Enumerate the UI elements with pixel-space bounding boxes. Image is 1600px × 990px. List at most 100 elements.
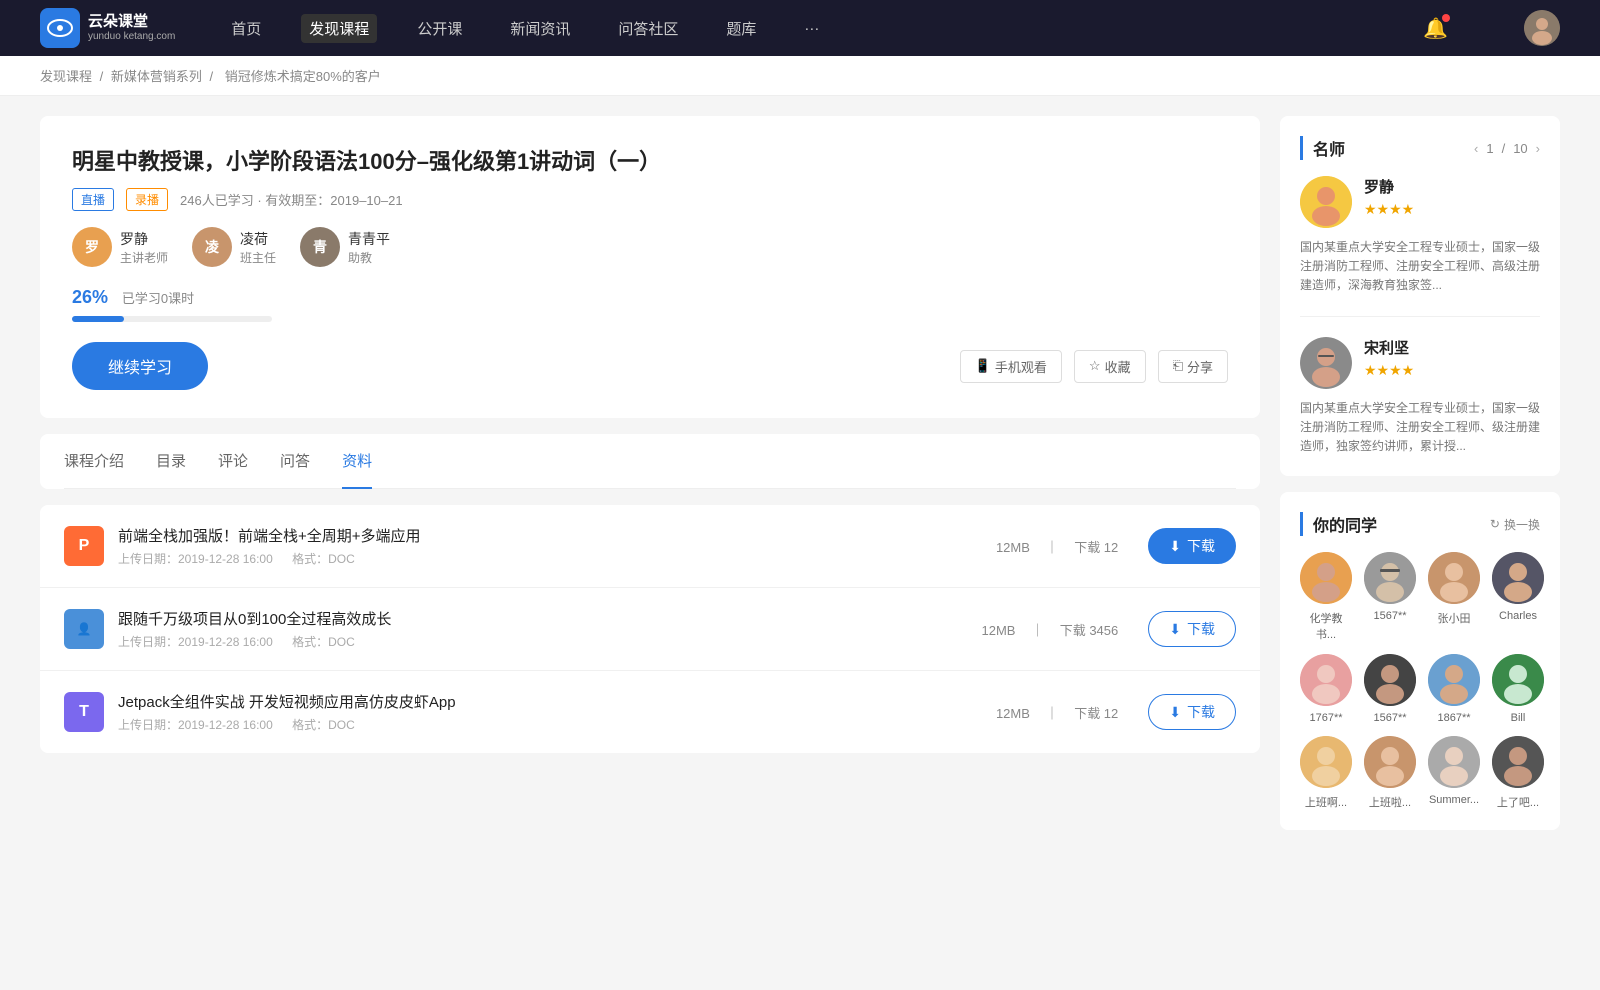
resource-icon-0: P (64, 526, 104, 566)
classmate-avatar-9[interactable] (1364, 736, 1416, 788)
resource-icon-2: T (64, 692, 104, 732)
classmate-item-3: Charles (1492, 552, 1544, 642)
badge-record: 录播 (126, 188, 168, 211)
resources-card: P 前端全栈加强版！前端全栈+全周期+多端应用 上传日期：2019-12-28 … (40, 505, 1260, 753)
classmate-avatar-8[interactable] (1300, 736, 1352, 788)
classmate-name-1: 1567** (1373, 610, 1406, 622)
tab-catalog[interactable]: 目录 (156, 434, 186, 489)
refresh-button[interactable]: ↻ 换一换 (1490, 516, 1540, 533)
download-icon-1: ⬇ (1169, 621, 1181, 638)
course-stats: 246人已学习 · 有效期至：2019–10–21 (180, 190, 403, 209)
resource-stats-2: 12MB ｜ 下载 12 (990, 703, 1124, 722)
tp-name-1: 宋利坚 (1364, 337, 1414, 358)
teacher-avatar-1: 凌 (192, 227, 232, 267)
nav-item-opencourse[interactable]: 公开课 (409, 14, 470, 43)
resource-name-0: 前端全栈加强版！前端全栈+全周期+多端应用 (118, 525, 966, 546)
breadcrumb-sep2: / (210, 69, 217, 84)
progress-percent: 26% (72, 287, 108, 308)
action-buttons: 📱 手机观看 ☆ 收藏 ⎗ 分享 (960, 350, 1228, 383)
classmate-item-8: 上班啊... (1300, 736, 1352, 810)
classmate-avatar-6[interactable] (1428, 654, 1480, 706)
classmate-name-0: 化学教书... (1300, 610, 1352, 642)
mobile-view-button[interactable]: 📱 手机观看 (960, 350, 1062, 383)
notification-bell[interactable]: 🔔 (1423, 16, 1448, 41)
breadcrumb-link-series[interactable]: 新媒体营销系列 (111, 69, 202, 84)
classmate-avatar-10[interactable] (1428, 736, 1480, 788)
prev-page-button[interactable]: ‹ (1474, 141, 1478, 156)
teacher-profile-top-1: 宋利坚 ★★★★ (1300, 337, 1540, 389)
classmate-item-2: 张小田 (1428, 552, 1480, 642)
course-title: 明星中教授课，小学阶段语法100分–强化级第1讲动词（一） (72, 144, 1228, 176)
resource-meta-2: 上传日期：2019-12-28 16:00 格式：DOC (118, 716, 966, 733)
tp-stars-0: ★★★★ (1364, 201, 1414, 218)
continue-learning-button[interactable]: 继续学习 (72, 342, 208, 390)
classmate-avatar-4[interactable] (1300, 654, 1352, 706)
download-button-2[interactable]: ⬇ 下载 (1148, 694, 1236, 730)
main-layout: 明星中教授课，小学阶段语法100分–强化级第1讲动词（一） 直播 录播 246人… (0, 96, 1600, 866)
classmate-avatar-5[interactable] (1364, 654, 1416, 706)
classmate-item-10: Summer... (1428, 736, 1480, 810)
teachers-sidebar-header: 名师 ‹ 1 / 10 › (1300, 136, 1540, 160)
download-button-1[interactable]: ⬇ 下载 (1148, 611, 1236, 647)
breadcrumb-link-discover[interactable]: 发现课程 (40, 69, 92, 84)
nav-item-discover[interactable]: 发现课程 (301, 14, 377, 43)
teacher-profile-1: 宋利坚 ★★★★ 国内某重点大学安全工程专业硕士，国家一级注册消防工程师、注册安… (1300, 337, 1540, 457)
classmate-avatar-1[interactable] (1364, 552, 1416, 604)
classmate-item-11: 上了吧... (1492, 736, 1544, 810)
tab-intro[interactable]: 课程介绍 (64, 434, 124, 489)
next-page-button[interactable]: › (1536, 141, 1540, 156)
classmate-name-9: 上班啦... (1369, 794, 1411, 810)
download-icon-2: ⬇ (1169, 704, 1181, 721)
logo[interactable]: 云朵课堂 yunduo ketang.com (40, 8, 175, 48)
download-button-0[interactable]: ⬇ 下载 (1148, 528, 1236, 564)
collect-button[interactable]: ☆ 收藏 (1074, 350, 1146, 383)
resource-item: T Jetpack全组件实战 开发短视频应用高仿皮皮虾App 上传日期：2019… (40, 671, 1260, 753)
tp-avatar-1 (1300, 337, 1352, 389)
navbar: 云朵课堂 yunduo ketang.com 首页 发现课程 公开课 新闻资讯 … (0, 0, 1600, 56)
tp-desc-0: 国内某重点大学安全工程专业硕士，国家一级注册消防工程师、注册安全工程师、高级注册… (1300, 238, 1540, 296)
nav-item-quiz[interactable]: 题库 (718, 14, 764, 43)
teacher-role-0: 主讲老师 (120, 249, 168, 266)
tab-qa[interactable]: 问答 (280, 434, 310, 489)
tab-comments[interactable]: 评论 (218, 434, 248, 489)
tp-stars-1: ★★★★ (1364, 362, 1414, 379)
teacher-item-2: 青 青青平 助教 (300, 227, 390, 267)
classmate-name-8: 上班啊... (1305, 794, 1347, 810)
resource-icon-1: 👤 (64, 609, 104, 649)
teachers-sidebar-card: 名师 ‹ 1 / 10 › (1280, 116, 1560, 476)
classmates-grid: 化学教书... 1567** 张小田 (1300, 552, 1540, 810)
teacher-avatar-2: 青 (300, 227, 340, 267)
user-avatar[interactable] (1524, 10, 1560, 46)
teacher-avatar-0: 罗 (72, 227, 112, 267)
classmate-avatar-3[interactable] (1492, 552, 1544, 604)
progress-bar-bg (72, 316, 272, 322)
classmate-avatar-0[interactable] (1300, 552, 1352, 604)
classmate-avatar-11[interactable] (1492, 736, 1544, 788)
resource-item: P 前端全栈加强版！前端全栈+全周期+多端应用 上传日期：2019-12-28 … (40, 505, 1260, 588)
classmate-item-1: 1567** (1364, 552, 1416, 642)
nav-item-home[interactable]: 首页 (223, 14, 269, 43)
resource-name-1: 跟随千万级项目从0到100全过程高效成长 (118, 608, 951, 629)
classmates-header: 你的同学 ↻ 换一换 (1300, 512, 1540, 536)
classmate-avatar-2[interactable] (1428, 552, 1480, 604)
classmate-name-2: 张小田 (1438, 610, 1471, 626)
nav-item-more[interactable]: ··· (796, 16, 827, 41)
progress-bar-fill (72, 316, 124, 322)
tab-resources[interactable]: 资料 (342, 434, 372, 489)
teacher-name-1: 凌荷 (240, 229, 276, 249)
classmate-name-11: 上了吧... (1497, 794, 1539, 810)
nav-item-qa[interactable]: 问答社区 (610, 14, 686, 43)
logo-icon (40, 8, 80, 48)
star-icon: ☆ (1089, 358, 1101, 374)
teacher-item-1: 凌 凌荷 班主任 (192, 227, 276, 267)
breadcrumb-current: 销冠修炼术搞定80%的客户 (225, 69, 381, 84)
classmate-avatar-7[interactable] (1492, 654, 1544, 706)
refresh-icon: ↻ (1490, 517, 1500, 531)
course-actions: 继续学习 📱 手机观看 ☆ 收藏 ⎗ 分享 (72, 342, 1228, 390)
resource-meta-1: 上传日期：2019-12-28 16:00 格式：DOC (118, 633, 951, 650)
progress-section: 26% 已学习0课时 (72, 287, 1228, 322)
tp-desc-1: 国内某重点大学安全工程专业硕士，国家一级注册消防工程师、注册安全工程师、级注册建… (1300, 399, 1540, 457)
nav-item-news[interactable]: 新闻资讯 (502, 14, 578, 43)
share-button[interactable]: ⎗ 分享 (1158, 350, 1228, 383)
resource-info-2: Jetpack全组件实战 开发短视频应用高仿皮皮虾App 上传日期：2019-1… (118, 691, 966, 733)
